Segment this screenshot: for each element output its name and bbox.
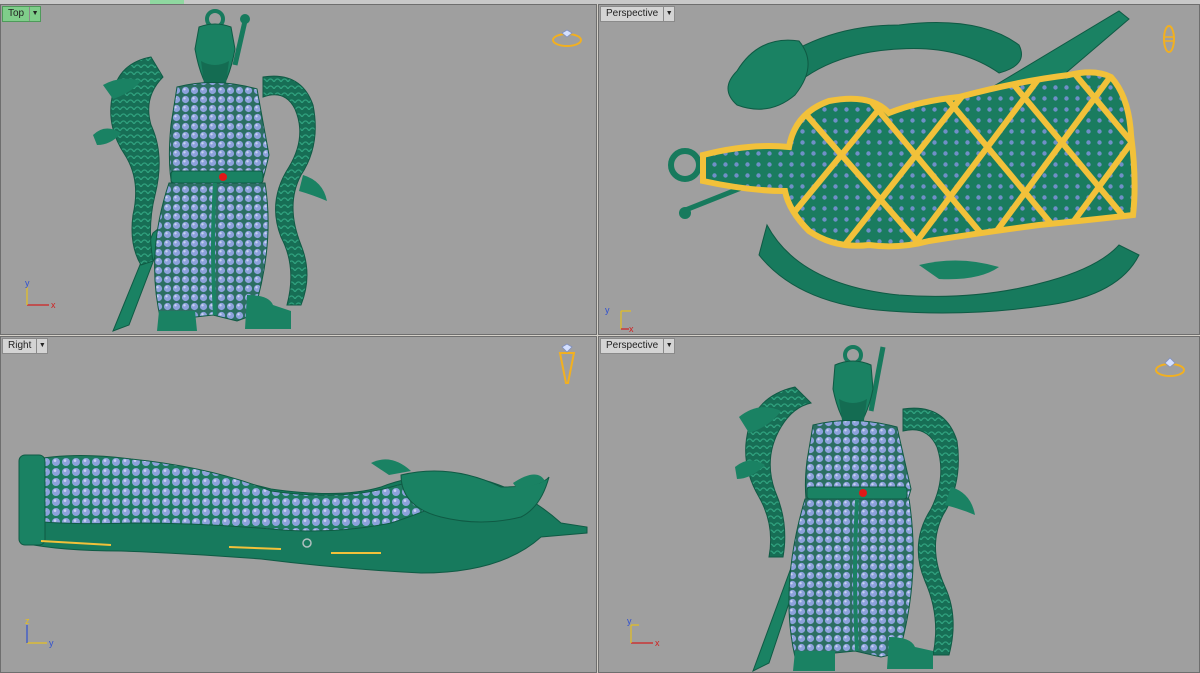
axis-triad-icon: x y xyxy=(605,305,634,334)
axis-label-vertical: y xyxy=(25,278,30,288)
viewport-perspective-2[interactable]: Perspective ▼ x y xyxy=(598,336,1200,673)
model-figure-side[interactable] xyxy=(1,337,597,673)
viewport-top[interactable]: Top ▼ x y xyxy=(0,4,597,335)
axis-triad-icon: x y xyxy=(627,616,660,648)
axis-label-horizontal: x xyxy=(51,300,56,310)
model-figure-back[interactable] xyxy=(599,5,1200,335)
axis-triad-icon: y z xyxy=(25,616,54,648)
axis-label-horizontal: x xyxy=(655,638,660,648)
ring-view-icon[interactable] xyxy=(550,29,584,49)
model-figure-front[interactable] xyxy=(1,5,597,335)
ring-view-icon[interactable] xyxy=(1153,357,1187,379)
axis-label-vertical: y xyxy=(627,616,632,626)
axis-label-vertical: y xyxy=(605,305,610,315)
axis-label-horizontal: x xyxy=(629,324,634,334)
viewport-right[interactable]: Right ▼ y z xyxy=(0,336,597,673)
viewport-perspective-1[interactable]: Perspective ▼ x y xyxy=(598,4,1200,335)
axis-label-vertical: z xyxy=(25,616,30,626)
ring-view-icon[interactable] xyxy=(556,343,578,387)
axis-triad-icon: x y xyxy=(25,278,56,310)
axis-label-horizontal: y xyxy=(49,638,54,648)
model-figure-perspective[interactable] xyxy=(599,337,1200,673)
ring-view-icon[interactable] xyxy=(1159,21,1179,55)
